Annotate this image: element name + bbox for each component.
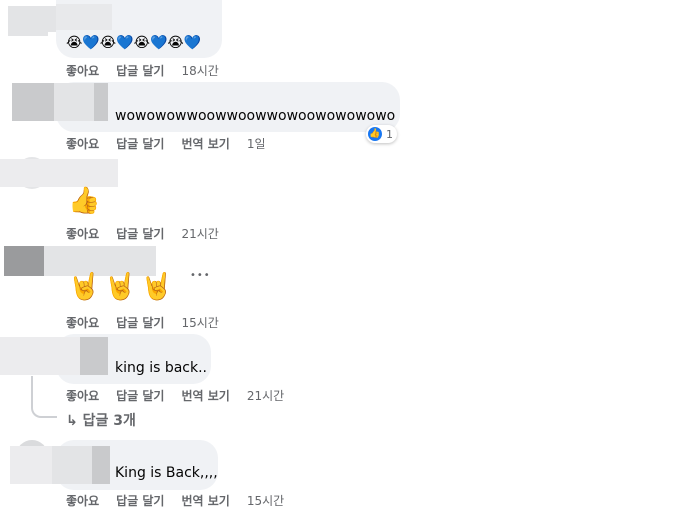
- reply-arrow-icon: ↳: [66, 413, 78, 429]
- blurred-avatar: [4, 246, 44, 276]
- translate-button[interactable]: 번역 보기: [181, 387, 229, 404]
- reply-button[interactable]: 답글 달기: [116, 314, 164, 331]
- comment-text: King is Back,,,,: [115, 465, 218, 481]
- reply-button[interactable]: 답글 달기: [116, 62, 164, 79]
- comment-time: 1일: [246, 137, 266, 151]
- comment-text: 🤘🤘🤘: [68, 272, 178, 302]
- blurred-avatar: [12, 83, 54, 121]
- comment-text: 😭💙😭💙😭💙😭💙: [66, 35, 202, 51]
- comment-time: 18시간: [181, 64, 219, 78]
- like-button[interactable]: 좋아요: [66, 225, 99, 242]
- like-reaction-icon: 👍: [368, 127, 382, 141]
- blurred-name: [52, 446, 92, 484]
- comment-actions: 좋아요 답글 달기 18시간: [66, 62, 219, 79]
- blurred-name: [0, 337, 80, 375]
- reply-button[interactable]: 답글 달기: [116, 135, 164, 152]
- comment-time: 21시간: [246, 389, 285, 403]
- like-button[interactable]: 좋아요: [66, 314, 99, 331]
- comment-text: 👍: [68, 186, 101, 216]
- blurred-name: [10, 446, 52, 484]
- comment-time: 15시간: [181, 316, 219, 330]
- reply-button[interactable]: 답글 달기: [116, 492, 164, 509]
- translate-button[interactable]: 번역 보기: [181, 492, 229, 509]
- blurred-name: [0, 159, 118, 187]
- more-options-icon[interactable]: •••: [190, 270, 211, 281]
- reaction-count[interactable]: 👍 1: [366, 125, 397, 143]
- blurred-name: [8, 6, 48, 36]
- blurred-name: [56, 4, 112, 30]
- comment-text: king is back..: [115, 360, 208, 376]
- comment-time: 21시간: [181, 227, 219, 241]
- translate-button[interactable]: 번역 보기: [181, 135, 229, 152]
- comment-text: wowowowwoowwoowwowoowowowowo: [115, 108, 396, 124]
- blurred-name: [54, 83, 94, 121]
- reply-button[interactable]: 답글 달기: [116, 387, 164, 404]
- view-replies-link[interactable]: ↳ 답글 3개: [66, 410, 136, 430]
- comment-time: 15시간: [246, 494, 285, 508]
- comment-actions: 좋아요 답글 달기 번역 보기 1일: [66, 135, 266, 152]
- replies-count: 답글 3개: [82, 413, 136, 429]
- blurred-name: [92, 446, 110, 484]
- reply-thread-line: [31, 376, 57, 418]
- comment-actions: 좋아요 답글 달기 번역 보기 21시간: [66, 387, 284, 404]
- like-button[interactable]: 좋아요: [66, 492, 99, 509]
- like-button[interactable]: 좋아요: [66, 135, 99, 152]
- comment-actions: 좋아요 답글 달기 21시간: [66, 225, 219, 242]
- like-button[interactable]: 좋아요: [66, 62, 99, 79]
- comment-actions: 좋아요 답글 달기 15시간: [66, 314, 219, 331]
- blurred-name: [94, 83, 108, 121]
- like-button[interactable]: 좋아요: [66, 387, 99, 404]
- comment-actions: 좋아요 답글 달기 번역 보기 15시간: [66, 492, 284, 509]
- blurred-name: [80, 337, 108, 375]
- reply-button[interactable]: 답글 달기: [116, 225, 164, 242]
